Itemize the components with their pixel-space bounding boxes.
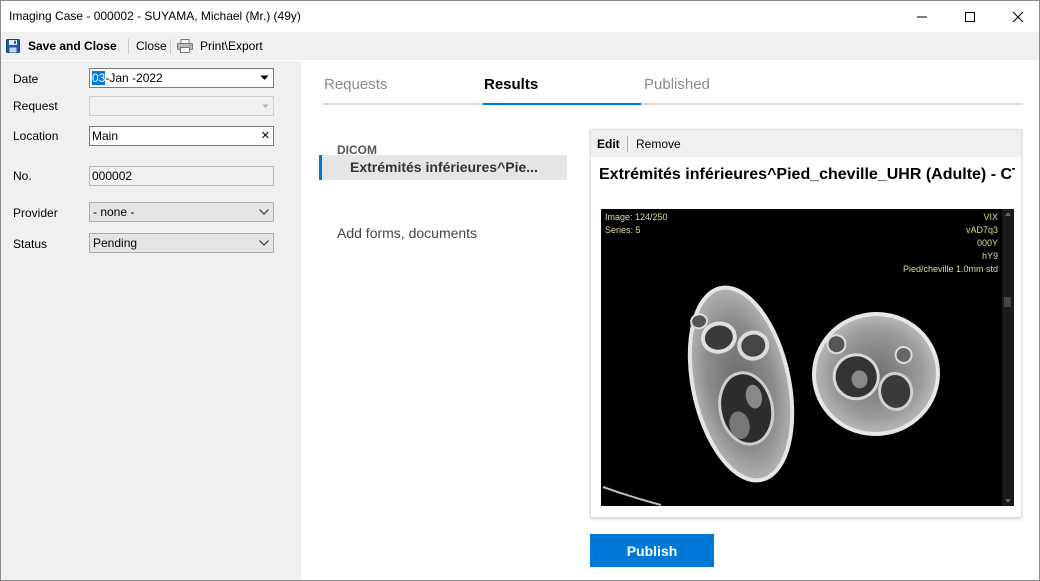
result-preview-card: Edit Remove Extrémités inférieures^Pied_… [590,129,1022,518]
floppy-disk-icon [6,39,20,53]
close-button[interactable]: Close [136,32,167,60]
overlay-top-right-3: 000Y [976,238,998,248]
status-value: Pending [93,236,138,250]
edit-button[interactable]: Edit [597,137,620,151]
minimize-button[interactable] [899,1,945,32]
status-select[interactable]: Pending [89,233,274,253]
no-label: No. [13,169,32,183]
maximize-icon [965,11,975,22]
title-bar: Imaging Case - 000002 - SUYAMA, Michael … [1,1,1039,32]
status-label: Status [13,237,48,251]
provider-label: Provider [13,206,58,220]
remove-button[interactable]: Remove [636,137,681,151]
chevron-down-icon [259,234,269,252]
toolbar: Save and Close Close Print\Export [1,32,1039,60]
print-export-label: Print\Export [200,39,263,53]
tab-requests[interactable]: Requests [324,76,387,93]
scroll-up-icon[interactable] [1002,209,1014,219]
tab-underline [323,103,1023,105]
dicom-result-item[interactable]: Extrémités inférieures^Pie... [319,155,567,180]
overlay-top-right-4: hY9 [981,251,998,261]
toolbar-separator [128,39,129,54]
close-icon [1012,11,1024,22]
overlay-top-right-2: vAD7q3 [965,225,998,235]
dicom-result-label: Extrémités inférieures^Pie... [350,159,538,175]
window-title: Imaging Case - 000002 - SUYAMA, Michael … [9,9,301,23]
case-number-value: 000002 [92,169,133,183]
card-toolbar: Edit Remove [591,130,1021,157]
scrollbar-thumb[interactable] [1004,297,1011,307]
clear-icon[interactable]: ✕ [261,127,270,145]
maximize-button[interactable] [947,1,993,32]
tab-published[interactable]: Published [644,76,710,93]
date-picker[interactable]: 03-Jan -2022 [89,68,274,88]
request-select[interactable] [89,96,274,116]
add-forms-documents-link[interactable]: Add forms, documents [337,225,477,241]
location-label: Location [13,129,59,143]
chevron-down-icon [259,203,269,221]
case-number-field: 000002 [89,166,274,186]
chevron-down-icon[interactable] [260,69,269,87]
scroll-down-icon[interactable] [1002,496,1014,506]
chevron-down-icon [262,97,269,115]
overlay-series: Series: 5 [605,225,641,235]
case-details-panel: Date 03-Jan -2022 Request Location Main … [1,61,301,580]
selected-indicator [319,155,322,180]
location-value: Main [92,129,119,143]
results-area: Requests Results Published DICOM Extrémi… [301,61,1039,580]
overlay-image-number: Image: 124/250 [605,212,668,222]
location-field[interactable]: Main ✕ [89,126,274,146]
viewer-scrollbar[interactable] [1002,209,1014,506]
overlay-top-right-1: VIX [983,212,998,222]
request-label: Request [13,99,58,113]
date-label: Date [13,72,39,86]
printer-icon [177,39,193,53]
close-window-button[interactable] [995,1,1039,32]
date-day-selected: 03 [92,71,106,85]
tab-results[interactable]: Results [484,76,538,93]
date-month-year: -Jan -2022 [105,71,163,85]
tab-bar: Requests Results Published [323,61,1023,105]
result-title: Extrémités inférieures^Pied_cheville_UHR… [599,166,1015,183]
dicom-image-viewer[interactable]: Image: 124/250 Series: 5 VIX vAD7q3 000Y… [601,209,1014,506]
save-and-close-button[interactable]: Save and Close [6,32,117,60]
card-toolbar-separator [627,136,628,152]
ct-scan-image [602,285,940,506]
close-label: Close [136,39,167,53]
publish-button[interactable]: Publish [590,534,714,567]
save-and-close-label: Save and Close [28,39,117,53]
print-export-button[interactable]: Print\Export [177,32,263,60]
provider-value: - none - [93,205,135,219]
minimize-icon [917,16,927,17]
toolbar-separator [170,39,171,54]
imaging-case-window: Imaging Case - 000002 - SUYAMA, Michael … [0,0,1040,581]
provider-select[interactable]: - none - [89,202,274,222]
overlay-top-right-5: Pied/cheville 1.0mm std [902,264,998,274]
active-tab-indicator [483,103,641,105]
